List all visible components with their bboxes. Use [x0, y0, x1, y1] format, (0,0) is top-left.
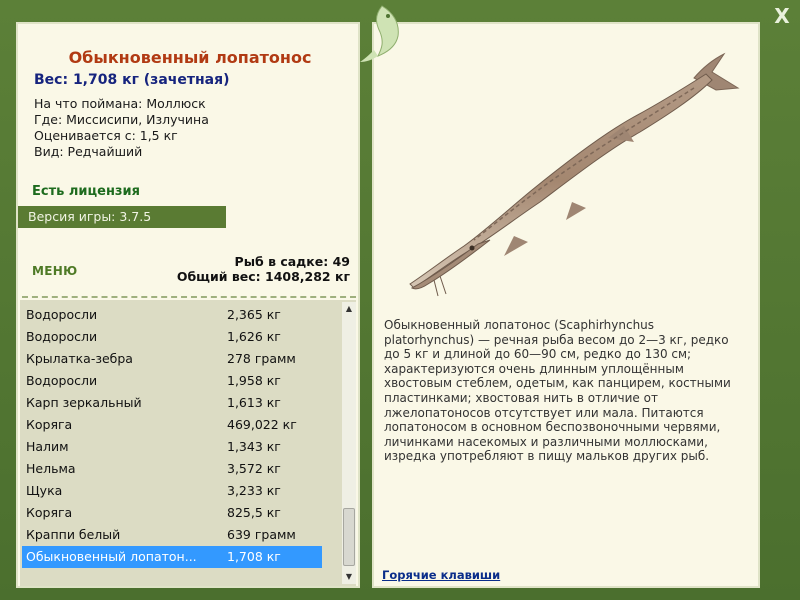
catch-weight: 3,572 кг: [227, 461, 281, 476]
scroll-up-icon[interactable]: ▲: [342, 302, 356, 316]
catch-row[interactable]: Водоросли 2,365 кг: [22, 304, 322, 326]
fish-rated-from: Оценивается с: 1,5 кг: [34, 128, 178, 143]
catch-name: Карп зеркальный: [26, 395, 142, 410]
fish-image: [409, 52, 740, 297]
catch-list[interactable]: ▲ ▼ Водоросли 2,365 кг Водоросли 1,626 кг Кр…: [20, 300, 356, 586]
catch-name: Водоросли: [26, 373, 98, 388]
catch-name: Обыкновенный лопатон...: [26, 549, 197, 564]
catch-name: Коряга: [26, 505, 73, 520]
hotkeys-link[interactable]: Горячие клавиши: [382, 568, 500, 582]
catch-name: Нельма: [26, 461, 76, 476]
close-button[interactable]: X: [770, 4, 794, 28]
catch-weight: 639 грамм: [227, 527, 296, 542]
catch-name: Краппи белый: [26, 527, 121, 542]
catch-row[interactable]: Карп зеркальный 1,613 кг: [22, 392, 322, 414]
fish-bait: На что поймана: Моллюск: [34, 96, 206, 111]
game-version: Версия игры: 3.7.5: [18, 206, 226, 228]
catch-name: Щука: [26, 483, 63, 498]
catch-weight: 1,613 кг: [227, 395, 281, 410]
fish-weight: Вес: 1,708 кг (зачетная): [34, 72, 230, 88]
catch-row-selected[interactable]: Обыкновенный лопатон... 1,708 кг: [22, 546, 322, 568]
catch-row[interactable]: Коряга 825,5 кг: [22, 502, 322, 524]
menu-button[interactable]: МЕНЮ: [32, 264, 77, 278]
fish-logo-icon: [360, 5, 399, 62]
fish-title: Обыкновенный лопатонос: [68, 48, 312, 67]
catch-weight: 3,233 кг: [227, 483, 281, 498]
catch-weight: 469,022 кг: [227, 417, 297, 432]
scroll-down-icon[interactable]: ▼: [342, 570, 356, 584]
catch-name: Крылатка-зебра: [26, 351, 133, 366]
catch-row[interactable]: Водоросли 1,626 кг: [22, 326, 322, 348]
fish-info-panel: Обыкновенный лопатонос Вес: 1,708 кг (за…: [16, 22, 360, 588]
catch-weight: 1,343 кг: [227, 439, 281, 454]
catch-row[interactable]: Крылатка-зебра 278 грамм: [22, 348, 322, 370]
catch-weight: 1,708 кг: [227, 549, 281, 564]
catch-row[interactable]: Коряга 469,022 кг: [22, 414, 322, 436]
catch-row[interactable]: Щука 3,233 кг: [22, 480, 322, 502]
fish-detail-panel: Обыкновенный лопатонос (Scaphirhynchus p…: [372, 22, 760, 588]
scroll-thumb[interactable]: [343, 508, 355, 566]
cage-stats: Рыб в садке: 49 Общий вес: 1408,282 кг: [177, 254, 350, 284]
catch-weight: 1,626 кг: [227, 329, 281, 344]
catch-row[interactable]: Налим 1,343 кг: [22, 436, 322, 458]
catch-name: Коряга: [26, 417, 73, 432]
license-status: Есть лицензия: [32, 184, 140, 199]
catch-weight: 2,365 кг: [227, 307, 281, 322]
catch-weight: 1,958 кг: [227, 373, 281, 388]
scrollbar[interactable]: ▲ ▼: [342, 302, 356, 584]
fish-kind: Вид: Редчайший: [34, 144, 143, 159]
catch-row[interactable]: Нельма 3,572 кг: [22, 458, 322, 480]
catch-weight: 278 грамм: [227, 351, 296, 366]
catch-row[interactable]: Краппи белый 639 грамм: [22, 524, 322, 546]
catch-name: Водоросли: [26, 307, 98, 322]
catch-name: Налим: [26, 439, 69, 454]
catch-weight: 825,5 кг: [227, 505, 281, 520]
cage-count: Рыб в садке: 49: [234, 254, 350, 269]
cage-total-weight: Общий вес: 1408,282 кг: [176, 269, 350, 284]
fish-place: Где: Миссисипи, Излучина: [34, 112, 209, 127]
catch-row[interactable]: Водоросли 1,958 кг: [22, 370, 322, 392]
close-icon[interactable]: X: [774, 4, 789, 28]
catch-name: Водоросли: [26, 329, 98, 344]
fish-description: Обыкновенный лопатонос (Scaphirhynchus p…: [384, 318, 731, 464]
divider: [22, 296, 356, 298]
